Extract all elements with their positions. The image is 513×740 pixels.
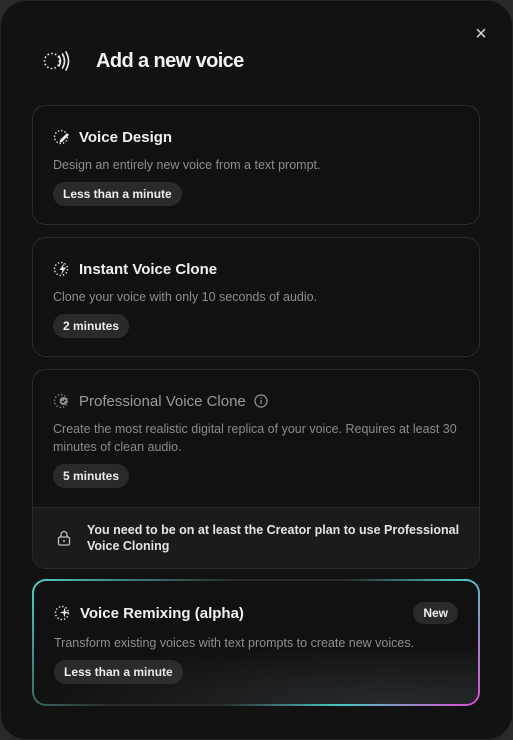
instant-voice-clone-card[interactable]: Instant Voice Clone Clone your voice wit… bbox=[32, 237, 480, 357]
duration-pill: 5 minutes bbox=[53, 464, 130, 488]
new-badge: New bbox=[413, 602, 458, 624]
card-title: Instant Voice Clone bbox=[79, 260, 218, 278]
voice-remixing-card[interactable]: Voice Remixing (alpha) New Transform exi… bbox=[32, 579, 480, 706]
sparkle-icon bbox=[54, 604, 72, 622]
lock-icon bbox=[57, 530, 71, 546]
sparkle-bolt-icon bbox=[53, 260, 71, 278]
card-title: Voice Design bbox=[79, 128, 173, 146]
card-description: Design an entirely new voice from a text… bbox=[53, 158, 321, 172]
voice-waves-icon bbox=[43, 51, 70, 71]
card-description: Create the most realistic digital replic… bbox=[53, 422, 457, 454]
add-voice-dialog: × Add a new voice Voice Design Design an… bbox=[0, 0, 513, 740]
card-description: Transform existing voices with text prom… bbox=[54, 636, 415, 650]
duration-pill: Less than a minute bbox=[53, 182, 182, 206]
close-icon[interactable]: × bbox=[472, 24, 490, 44]
card-title: Voice Remixing (alpha) bbox=[80, 604, 244, 622]
card-description: Clone your voice with only 10 seconds of… bbox=[53, 290, 318, 304]
plan-required-notice: You need to be on at least the Creator p… bbox=[33, 507, 479, 568]
plan-required-message: You need to be on at least the Creator p… bbox=[87, 523, 460, 553]
info-icon[interactable] bbox=[254, 394, 268, 408]
sparkle-badge-icon bbox=[53, 392, 71, 410]
sparkle-pen-icon bbox=[53, 128, 71, 146]
duration-pill: 2 minutes bbox=[53, 314, 130, 338]
dialog-header: Add a new voice bbox=[43, 47, 244, 75]
dialog-title: Add a new voice bbox=[96, 49, 244, 72]
duration-pill: Less than a minute bbox=[54, 660, 183, 684]
professional-voice-clone-card: Professional Voice Clone Create the most… bbox=[32, 369, 480, 569]
voice-design-card[interactable]: Voice Design Design an entirely new voic… bbox=[32, 105, 480, 225]
card-title: Professional Voice Clone bbox=[79, 392, 246, 410]
